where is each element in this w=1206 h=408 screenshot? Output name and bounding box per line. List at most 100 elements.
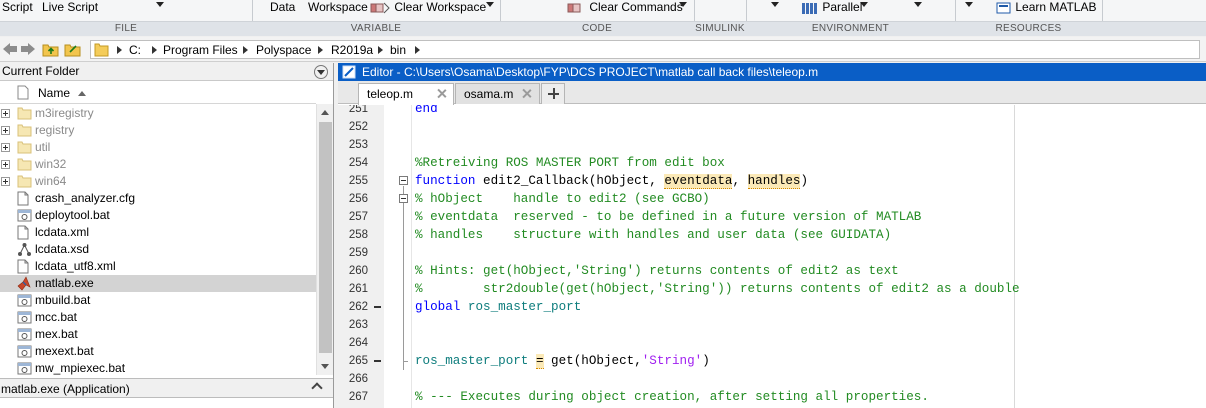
code-line[interactable]: 251 end <box>338 105 1206 118</box>
chevron-down-icon[interactable] <box>679 2 687 7</box>
scrollbar-thumb[interactable] <box>319 122 332 353</box>
code-line[interactable]: 258 % handles structure with handles and … <box>338 226 1206 244</box>
folder-row[interactable]: win32 <box>0 156 316 173</box>
expand-icon[interactable] <box>1 109 10 118</box>
line-number: 261 <box>348 283 368 295</box>
breadcrumb-item[interactable]: bin <box>390 43 406 57</box>
code-line[interactable]: 252 <box>338 118 1206 136</box>
file-row[interactable]: lcdata.xsd <box>0 241 316 258</box>
learn-book-icon <box>996 2 1011 14</box>
code-token: % str2double(get(hObject,'String')) retu… <box>415 282 1020 296</box>
new-tab-button[interactable] <box>541 83 565 104</box>
code-line[interactable]: 259 <box>338 244 1206 262</box>
chevron-down-icon[interactable] <box>486 2 494 7</box>
close-icon[interactable] <box>437 88 447 98</box>
eraser-icon <box>567 3 581 13</box>
code-line[interactable]: 253 <box>338 136 1206 154</box>
chevron-down-icon[interactable] <box>965 2 973 7</box>
import-data-button[interactable]: Data <box>270 0 295 17</box>
learn-matlab-label: Learn MATLAB <box>1015 0 1097 14</box>
editor-title-bar: Editor - C:\Users\Osama\Desktop\FYP\DCS … <box>338 63 1206 81</box>
current-path-breadcrumb[interactable]: C: Program Files Polyspace R2019a bin <box>90 40 1200 59</box>
folder-row[interactable]: win64 <box>0 173 316 190</box>
tab-teleop[interactable]: teleop.m <box>358 83 454 105</box>
breadcrumb-item[interactable]: Program Files <box>163 43 238 57</box>
file-name: lcdata.xml <box>35 225 90 239</box>
new-live-script-button[interactable]: Live Script <box>42 0 98 17</box>
new-script-button[interactable]: Script <box>2 0 33 17</box>
folder-row[interactable]: util <box>0 139 316 156</box>
breadcrumb-item[interactable]: C: <box>129 43 141 57</box>
file-name: lcdata_utf8.xml <box>35 259 116 273</box>
file-list-scrollbar[interactable] <box>316 104 333 375</box>
clear-commands-button[interactable]: Clear Commands <box>566 0 683 17</box>
close-icon[interactable] <box>522 88 532 98</box>
expand-icon[interactable] <box>1 160 10 169</box>
file-row[interactable]: mex.bat <box>0 326 316 343</box>
chevron-down-icon[interactable] <box>771 2 779 7</box>
file-row[interactable]: lcdata_utf8.xml <box>0 258 316 275</box>
line-number: 252 <box>348 121 368 133</box>
file-row[interactable]: deploytool.bat <box>0 207 316 224</box>
code-text: % handles structure with handles and use… <box>415 226 891 244</box>
scroll-down-icon[interactable] <box>321 364 329 369</box>
executable-line-marker[interactable] <box>374 306 381 308</box>
code-line[interactable]: 257 % eventdata reserved - to be defined … <box>338 208 1206 226</box>
chevron-down-icon[interactable] <box>860 2 868 7</box>
breadcrumb-item[interactable]: Polyspace <box>256 43 311 57</box>
breadcrumb-item[interactable]: R2019a <box>331 43 373 57</box>
code-line[interactable]: 260 % Hints: get(hObject,'String') return… <box>338 262 1206 280</box>
code-line[interactable]: 255 function edit2_Callback(hObject, even… <box>338 172 1206 190</box>
save-workspace-button[interactable]: Workspace <box>308 0 368 17</box>
file-row[interactable]: mexext.bat <box>0 343 316 360</box>
code-line[interactable]: 264 <box>338 334 1206 352</box>
file-row[interactable]: mw_mpiexec.bat <box>0 360 316 375</box>
code-token: = <box>535 354 544 369</box>
code-editor[interactable]: 251 end 252 253 254 %Retreiving ROS MASTER PO… <box>338 105 1206 408</box>
chevron-down-icon[interactable] <box>914 2 922 7</box>
code-line[interactable]: 256 % hObject handle to edit2 (see GCBO) <box>338 190 1206 208</box>
folder-icon <box>17 123 32 140</box>
code-line[interactable]: 266 <box>338 370 1206 388</box>
expand-icon[interactable] <box>1 177 10 186</box>
chevron-down-icon[interactable] <box>156 2 164 7</box>
expand-icon[interactable] <box>1 143 10 152</box>
code-line[interactable]: 263 <box>338 316 1206 334</box>
up-folder-icon[interactable] <box>42 42 60 57</box>
tab-osama[interactable]: osama.m <box>455 83 540 104</box>
details-bar[interactable]: matlab.exe (Application) <box>0 378 333 398</box>
scroll-up-icon[interactable] <box>321 110 329 115</box>
name-column-label: Name <box>38 86 71 100</box>
code-line[interactable]: 254 %Retreiving ROS MASTER PORT from edit… <box>338 154 1206 172</box>
executable-line-marker[interactable] <box>374 360 381 362</box>
folder-icon <box>17 174 32 191</box>
line-number: 267 <box>348 391 368 403</box>
file-row[interactable]: lcdata.xml <box>0 224 316 241</box>
details-text: matlab.exe (Application) <box>1 382 130 396</box>
code-line[interactable]: 262 global ros_master_port <box>338 298 1206 316</box>
name-column-header[interactable]: Name <box>0 82 316 104</box>
folder-icon <box>17 157 32 174</box>
toolstrip-section-labels: FILE VARIABLE CODE SIMULINK ENVIRONMENT … <box>0 21 1206 36</box>
file-row[interactable]: crash_analyzer.cfg <box>0 190 316 207</box>
code-line[interactable]: 265 ros_master_port = get(hObject,'String… <box>338 352 1206 370</box>
expand-icon[interactable] <box>1 126 10 135</box>
chevron-up-icon[interactable] <box>311 382 323 394</box>
code-text: % eventdata reserved - to be defined in … <box>415 208 921 226</box>
clear-workspace-button[interactable]: Clear Workspace <box>369 0 486 17</box>
file-row[interactable]: mcc.bat <box>0 309 316 326</box>
browse-folder-icon[interactable] <box>64 42 82 57</box>
parallel-button[interactable]: Parallel <box>801 0 862 17</box>
file-row[interactable]: matlab.exe <box>0 275 316 292</box>
learn-matlab-button[interactable]: Learn MATLAB <box>996 0 1097 17</box>
folder-row[interactable]: m3iregistry <box>0 105 316 122</box>
code-token: % hObject handle to edit2 (see GCBO) <box>415 192 710 206</box>
code-line[interactable]: 261 % str2double(get(hObject,'String')) r… <box>338 280 1206 298</box>
panel-actions-icon[interactable] <box>314 65 328 79</box>
folder-row[interactable]: registry <box>0 122 316 139</box>
code-line[interactable]: 267 % --- Executes during object creation… <box>338 388 1206 406</box>
back-arrow-icon[interactable] <box>2 42 18 56</box>
file-row[interactable]: mbuild.bat <box>0 292 316 309</box>
folder-icon <box>94 43 109 57</box>
forward-arrow-icon[interactable] <box>20 42 36 56</box>
